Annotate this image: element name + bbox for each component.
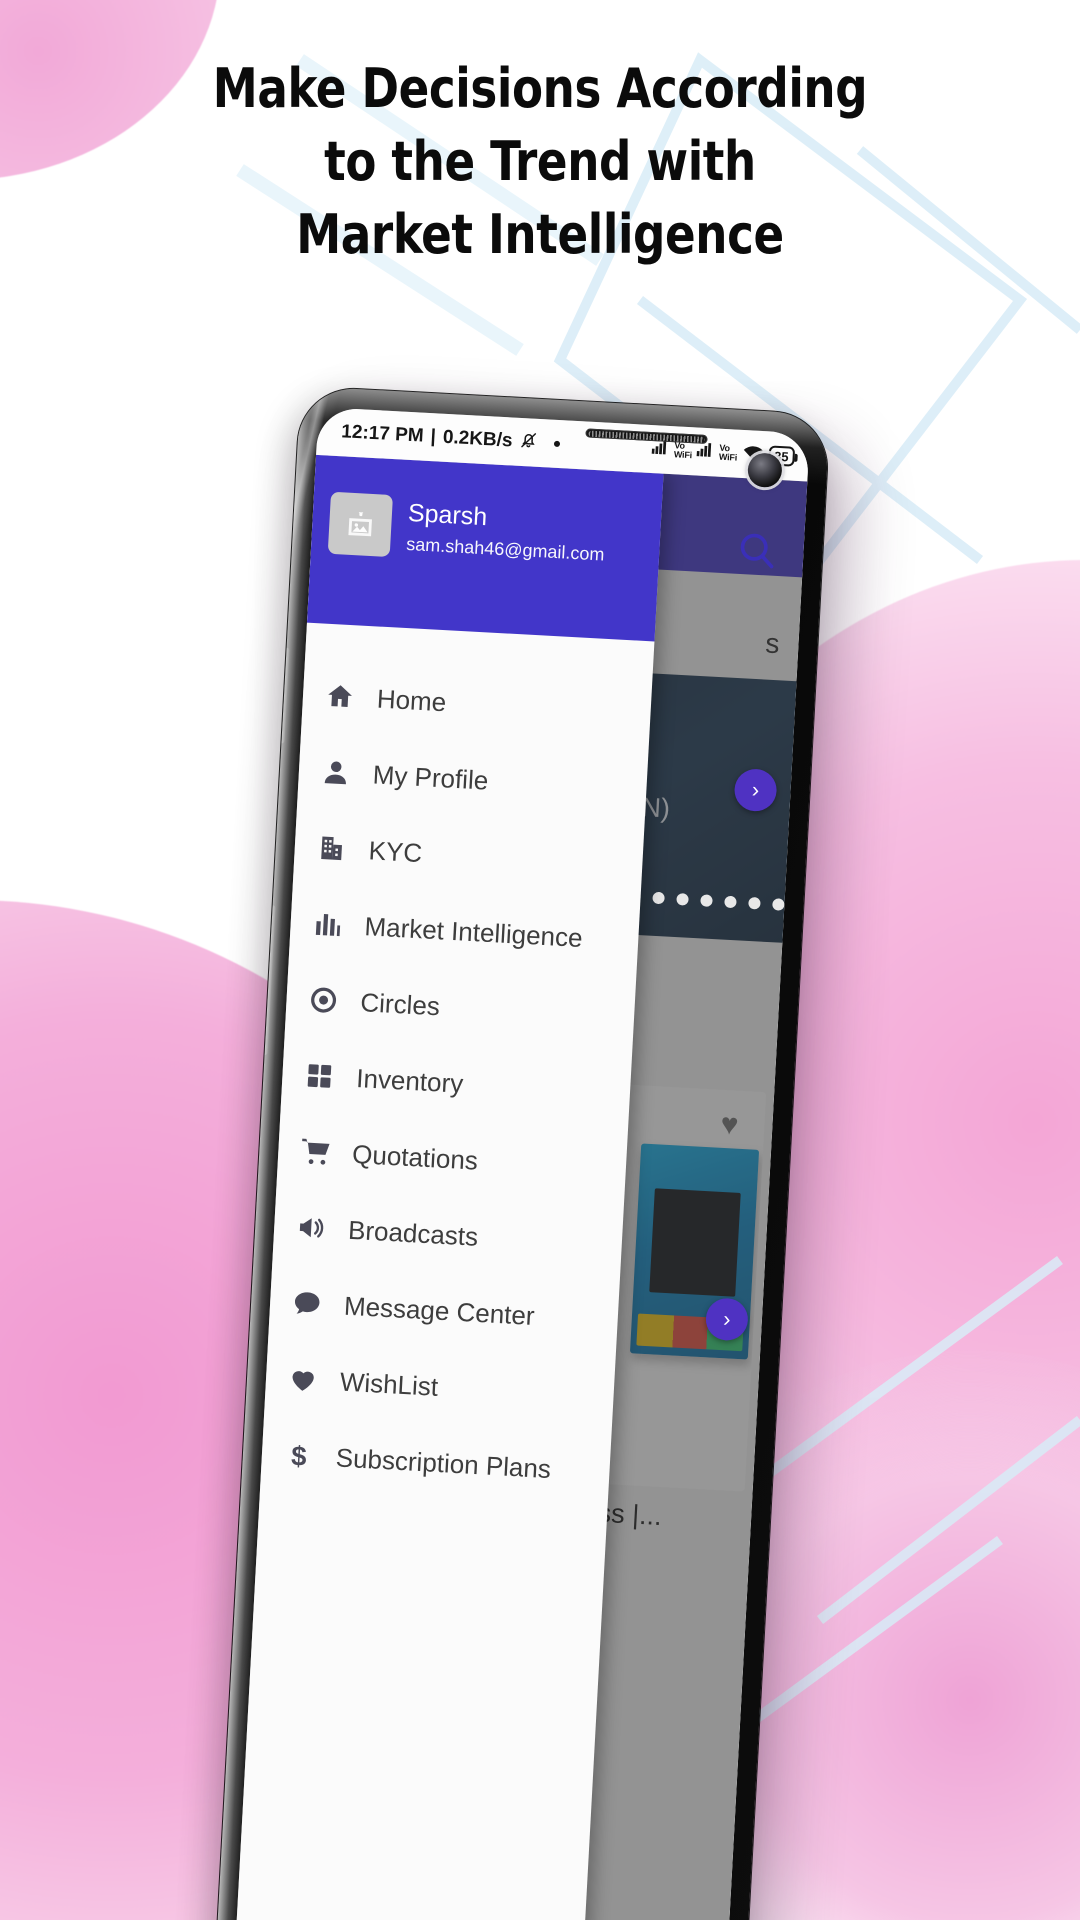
building-icon xyxy=(314,830,350,866)
phone-screen: s g k (VPN) work xyxy=(235,406,810,1920)
phone-body: s g k (VPN) work xyxy=(216,385,830,1920)
target-circle-icon xyxy=(306,982,342,1018)
search-icon[interactable] xyxy=(732,526,780,574)
carousel-dot[interactable] xyxy=(676,893,689,906)
carousel-dot[interactable] xyxy=(652,891,665,905)
status-network-speed: 0.2KB/s xyxy=(442,426,514,452)
carousel-dot[interactable] xyxy=(724,895,737,909)
sidebar-item-label: Market Intelligence xyxy=(363,910,584,953)
svg-text:$: $ xyxy=(290,1440,307,1471)
vowifi-label-2: Vo WiFi xyxy=(718,443,738,463)
signal-bars-icon xyxy=(696,441,715,464)
carousel-dot[interactable] xyxy=(772,898,785,911)
chevron-right-icon: › xyxy=(722,1306,732,1332)
sidebar-item-label: WishList xyxy=(339,1366,439,1402)
vowifi-wifi: WiFi xyxy=(673,449,693,461)
sidebar-item-label: Message Center xyxy=(343,1290,536,1331)
status-time: 12:17 PM xyxy=(340,421,425,447)
chat-bubble-icon xyxy=(289,1286,325,1322)
sidebar-item-label: Quotations xyxy=(351,1138,479,1176)
sidebar-item-label: Home xyxy=(376,683,448,717)
chevron-right-icon: › xyxy=(751,776,760,803)
carousel-dot[interactable] xyxy=(700,894,713,907)
drawer-menu-list: Home My Profile KYC Market Intelligence … xyxy=(235,623,654,1920)
status-bar-left: 12:17 PM | 0.2KB/s xyxy=(341,420,561,457)
page-title: Make Decisions According to the Trend wi… xyxy=(38,52,1042,271)
status-dot xyxy=(554,440,561,448)
sidebar-item-label: My Profile xyxy=(372,758,490,796)
megaphone-icon xyxy=(293,1210,329,1246)
heart-icon xyxy=(285,1362,321,1398)
headline-line-1: Make Decisions According xyxy=(212,57,868,120)
bar-chart-icon xyxy=(310,906,346,942)
bell-muted-icon xyxy=(519,429,539,455)
phone-mockup: s g k (VPN) work xyxy=(216,385,830,1920)
headline-line-3: Market Intelligence xyxy=(296,203,784,266)
sidebar-item-label: Inventory xyxy=(355,1062,465,1099)
broken-image-placeholder-icon xyxy=(348,512,372,537)
account-info: Sparsh sam.shah46@gmail.com xyxy=(406,498,652,569)
sidebar-item-label: Broadcasts xyxy=(347,1214,479,1252)
sidebar-item-label: Subscription Plans xyxy=(335,1441,552,1484)
avatar[interactable] xyxy=(327,491,393,558)
person-icon xyxy=(318,755,354,791)
vowifi-label-1: Vo WiFi xyxy=(673,440,693,461)
drawer-account-header[interactable]: Sparsh sam.shah46@gmail.com xyxy=(306,454,664,642)
dollar-sign-icon: $ xyxy=(281,1438,317,1474)
sidebar-item-label: Circles xyxy=(359,986,441,1021)
status-separator: | xyxy=(430,426,437,448)
shopping-cart-icon xyxy=(297,1134,333,1170)
carousel-dot[interactable] xyxy=(748,896,761,910)
home-icon xyxy=(322,679,358,715)
headline-line-2: to the Trend with xyxy=(324,130,756,193)
sidebar-item-label: KYC xyxy=(367,834,423,868)
grid-squares-icon xyxy=(302,1058,338,1094)
vowifi-wifi: WiFi xyxy=(718,451,738,463)
